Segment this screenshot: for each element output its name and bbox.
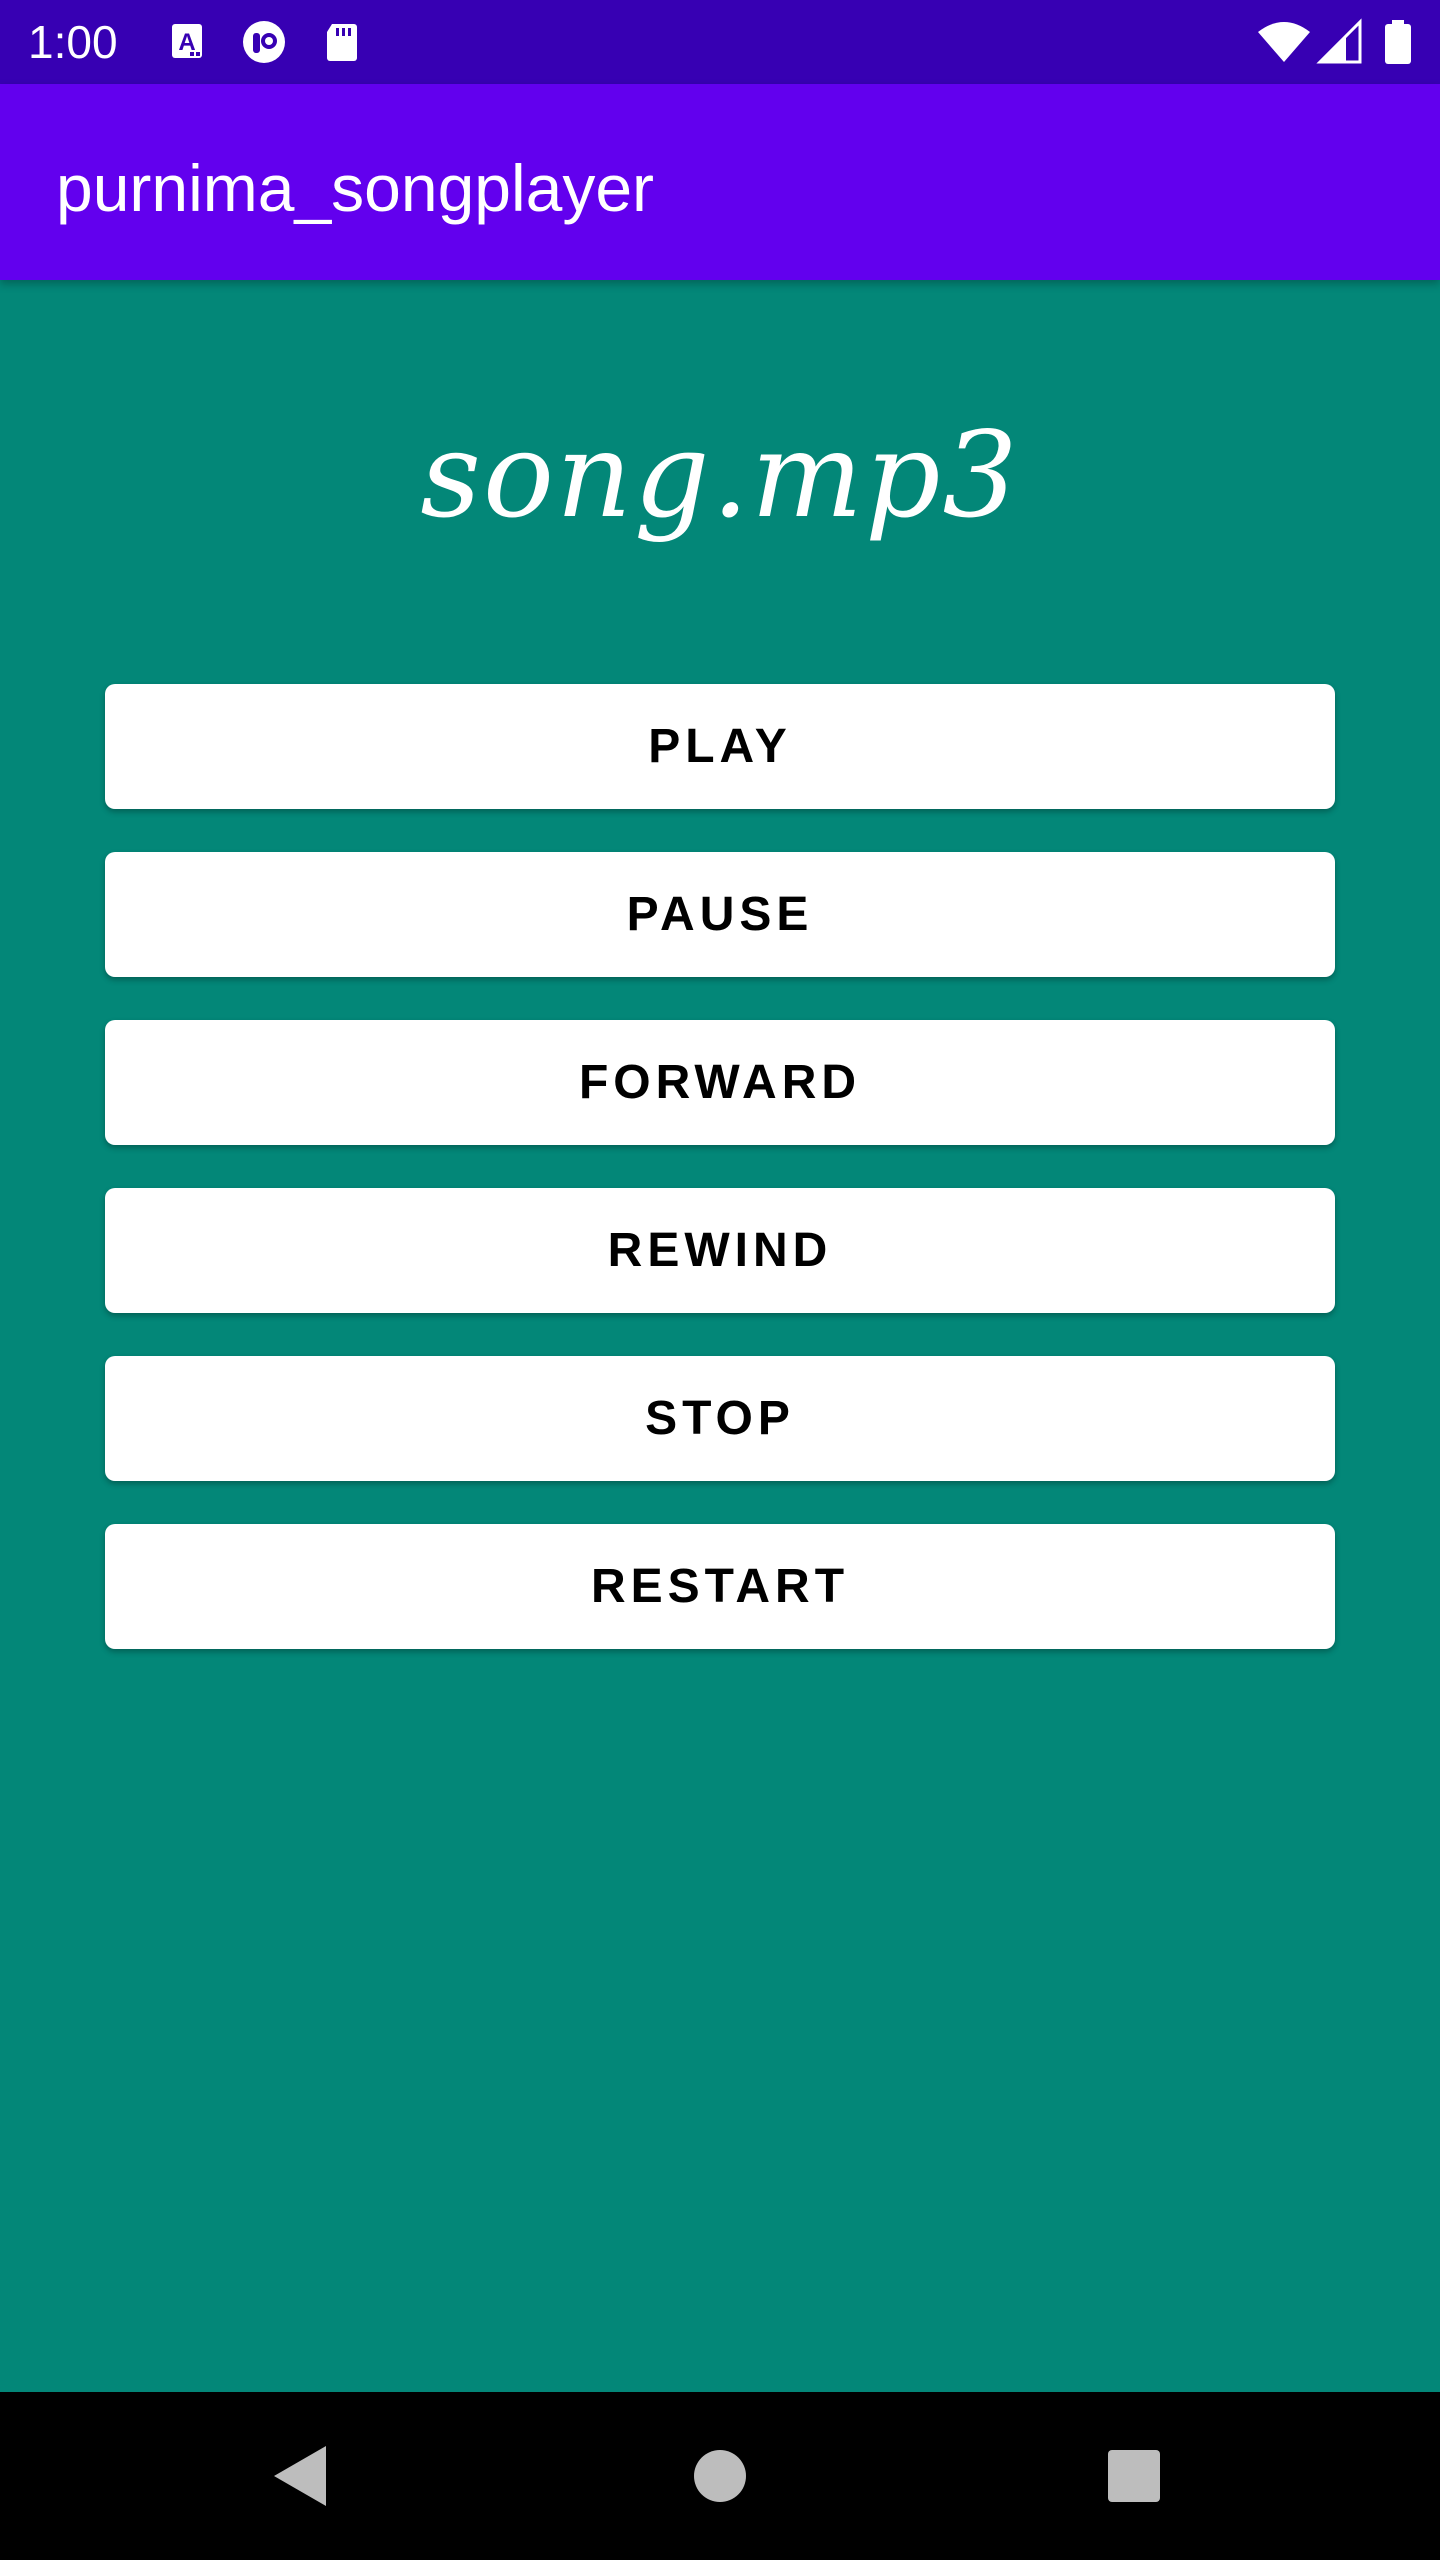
sd-card-icon — [318, 18, 366, 66]
back-icon[interactable] — [250, 2426, 350, 2526]
stop-button[interactable]: STOP — [105, 1356, 1335, 1481]
play-button-label: PLAY — [648, 720, 792, 773]
recents-icon[interactable] — [1084, 2426, 1184, 2526]
signal-icon — [1316, 18, 1364, 66]
app-title: purnima_songplayer — [56, 151, 655, 225]
restart-button-label: RESTART — [590, 1560, 850, 1613]
rewind-button[interactable]: REWIND — [105, 1188, 1335, 1313]
stop-button-label: STOP — [645, 1392, 795, 1445]
status-time: 1:00 — [28, 16, 118, 68]
status-bar: 1:00 A — [0, 0, 1440, 84]
forward-button[interactable]: FORWARD — [105, 1020, 1335, 1145]
battery-icon — [1380, 18, 1416, 66]
rewind-button-label: REWIND — [607, 1224, 833, 1277]
home-icon[interactable] — [670, 2426, 770, 2526]
wifi-icon — [1256, 18, 1312, 66]
a-accessibility-icon: A — [164, 18, 212, 66]
svg-text:A: A — [178, 29, 195, 56]
pause-button[interactable]: PAUSE — [105, 852, 1335, 977]
forward-button-label: FORWARD — [578, 1056, 862, 1109]
headset-circle-icon — [240, 18, 288, 66]
restart-button[interactable]: RESTART — [105, 1524, 1335, 1649]
app-bar: purnima_songplayer — [0, 84, 1440, 280]
pause-button-label: PAUSE — [626, 888, 814, 941]
navigation-bar — [0, 2392, 1440, 2560]
play-button[interactable]: PLAY — [105, 684, 1335, 809]
song-title: song.mp3 — [420, 406, 1020, 544]
